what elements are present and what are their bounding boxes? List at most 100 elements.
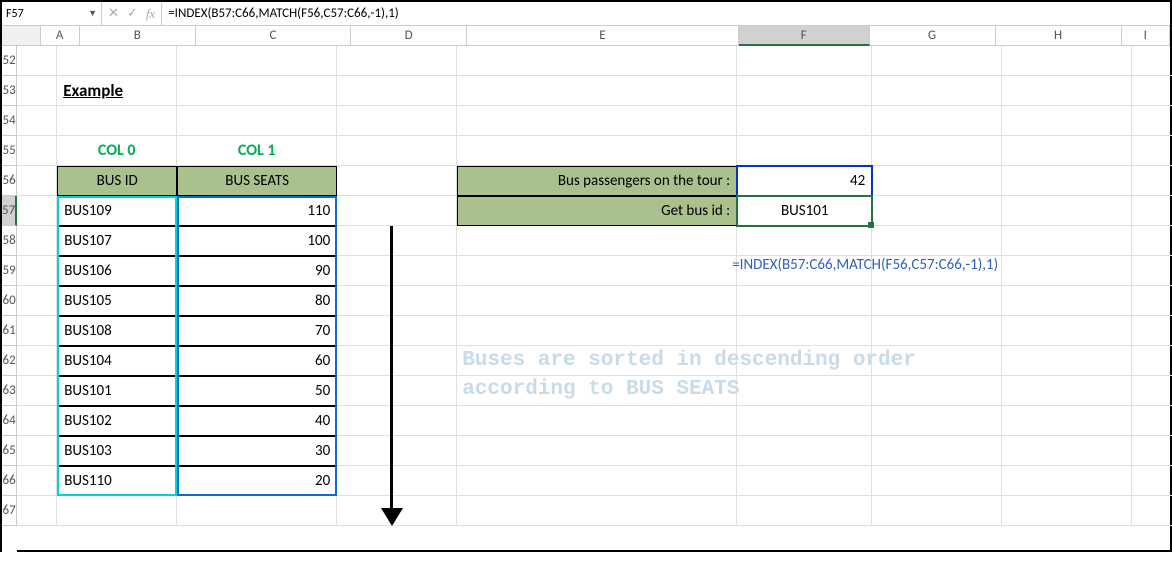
table-cell-seats[interactable]: 60 [177,346,337,376]
cell[interactable] [1132,76,1172,106]
cell[interactable] [177,46,337,76]
cell[interactable] [337,46,457,76]
rowhead-64[interactable]: 64 [2,406,17,436]
rowhead-55[interactable]: 55 [2,136,17,166]
cell[interactable] [1002,316,1132,346]
table-cell-busid[interactable]: BUS106 [57,256,177,286]
chevron-down-icon[interactable]: ▼ [88,8,97,19]
table-head-busid[interactable]: BUS ID [57,166,177,196]
cell[interactable] [457,76,737,106]
col0-label[interactable]: COL 0 [57,136,177,166]
table-cell-seats[interactable]: 70 [177,316,337,346]
cell[interactable] [1002,436,1132,466]
cell[interactable] [457,436,737,466]
rowhead-57[interactable]: 57 [2,196,17,226]
rowhead-52[interactable]: 52 [2,46,17,76]
cell[interactable] [1002,76,1132,106]
cell[interactable] [737,76,872,106]
table-cell-seats[interactable]: 110 [177,196,337,226]
cell[interactable] [337,196,457,226]
col1-label[interactable]: COL 1 [177,136,337,166]
cell[interactable] [872,226,1002,256]
cell[interactable] [17,196,57,226]
rowhead-54[interactable]: 54 [2,106,17,136]
formula-input[interactable]: =INDEX(B57:C66,MATCH(F56,C57:C66,-1),1) [161,2,1170,25]
colhead-D[interactable]: D [351,26,467,46]
cell[interactable] [17,346,57,376]
cell[interactable] [872,316,1002,346]
passengers-label[interactable]: Bus passengers on the tour : [457,166,737,196]
rowhead-67[interactable]: 67 [2,496,17,526]
cell[interactable] [737,436,872,466]
rowhead-63[interactable]: 63 [2,376,17,406]
cell[interactable] [1132,436,1172,466]
cell[interactable] [337,76,457,106]
cell[interactable] [1132,406,1172,436]
colhead-C[interactable]: C [196,26,351,46]
passengers-value[interactable]: 42 [737,166,872,196]
table-cell-seats[interactable]: 20 [177,466,337,496]
cell[interactable] [1132,256,1172,286]
cell[interactable] [1002,256,1132,286]
cell[interactable] [57,106,177,136]
rowhead-66[interactable]: 66 [2,466,17,496]
cell[interactable] [1002,166,1132,196]
cell[interactable] [737,106,872,136]
rowhead-62[interactable]: 62 [2,346,17,376]
cell[interactable] [1132,316,1172,346]
colhead-H[interactable]: H [996,26,1122,46]
cell[interactable] [457,226,737,256]
cell[interactable] [17,316,57,346]
table-cell-seats[interactable]: 80 [177,286,337,316]
colhead-F[interactable]: F [739,26,870,46]
cell[interactable] [737,406,872,436]
cell[interactable] [1002,376,1132,406]
cell[interactable] [337,136,457,166]
cell[interactable] [737,46,872,76]
rowhead-65[interactable]: 65 [2,436,17,466]
table-cell-busid[interactable]: BUS101 [57,376,177,406]
cell[interactable] [1002,106,1132,136]
cell[interactable] [337,166,457,196]
cell[interactable] [457,136,737,166]
busid-label[interactable]: Get bus id : [457,196,737,226]
cell[interactable] [872,286,1002,316]
cell[interactable] [1002,346,1132,376]
rowhead-56[interactable]: 56 [2,166,17,196]
cell[interactable] [17,226,57,256]
cell[interactable] [1132,226,1172,256]
cell[interactable] [872,196,1002,226]
cell[interactable] [737,136,872,166]
table-cell-busid[interactable]: BUS109 [57,196,177,226]
cell[interactable] [1002,286,1132,316]
rowhead-59[interactable]: 59 [2,256,17,286]
cell[interactable] [17,376,57,406]
rowhead-60[interactable]: 60 [2,286,17,316]
cell[interactable] [872,166,1002,196]
colhead-G[interactable]: G [870,26,996,46]
table-cell-busid[interactable]: BUS108 [57,316,177,346]
cell-grid[interactable]: Example COL 0 COL 1 [17,46,1172,570]
table-head-seats[interactable]: BUS SEATS [177,166,337,196]
cell[interactable] [457,466,737,496]
table-cell-busid[interactable]: BUS103 [57,436,177,466]
colhead-A[interactable]: A [41,26,80,46]
cell[interactable] [177,496,337,526]
cell[interactable] [1132,466,1172,496]
cell[interactable] [872,466,1002,496]
accept-icon[interactable]: ✓ [127,6,138,21]
cell[interactable] [457,106,737,136]
cell[interactable] [737,316,872,346]
cell[interactable] [1132,46,1172,76]
cell[interactable] [457,406,737,436]
table-cell-seats[interactable]: 40 [177,406,337,436]
table-cell-seats[interactable]: 50 [177,376,337,406]
cell[interactable] [1132,196,1172,226]
cell[interactable] [17,166,57,196]
colhead-B[interactable]: B [80,26,196,46]
cell[interactable] [337,106,457,136]
cell[interactable] [1002,466,1132,496]
cell[interactable] [872,136,1002,166]
cell[interactable] [17,466,57,496]
example-heading[interactable]: Example [57,76,177,106]
